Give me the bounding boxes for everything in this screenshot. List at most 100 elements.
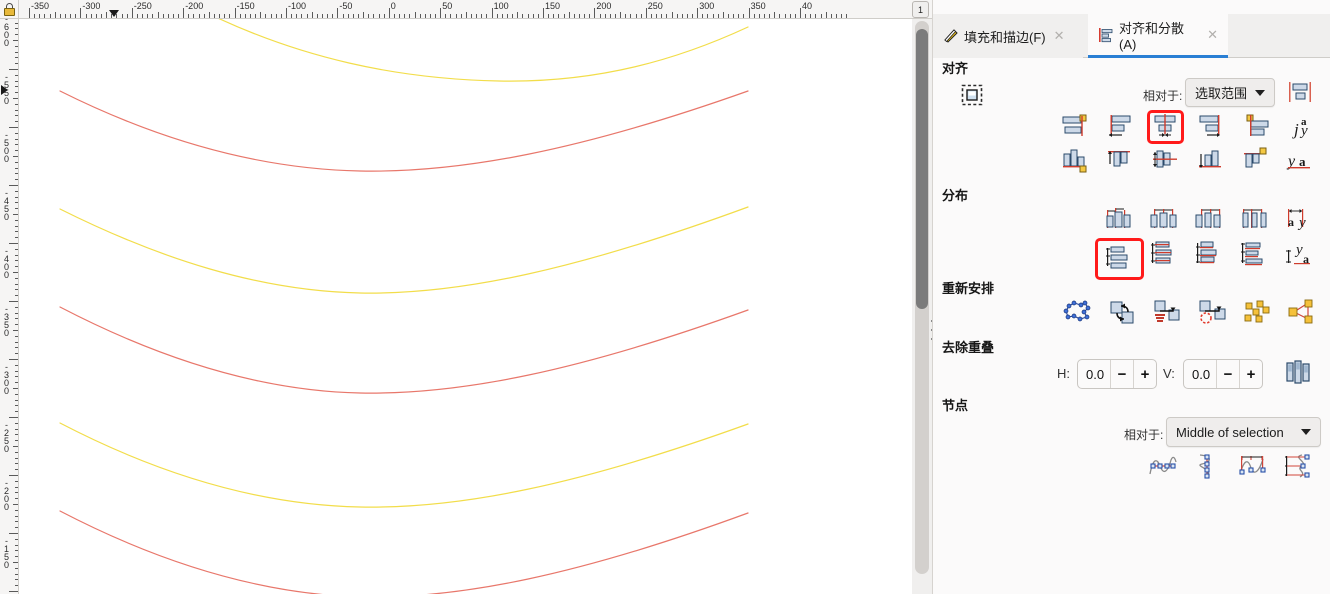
exchange-positions-clockwise-button[interactable]: [1196, 298, 1229, 328]
distribute-left-edges-button[interactable]: [1103, 206, 1136, 236]
ruler-tick: [270, 14, 272, 18]
ruler-lock-toggle[interactable]: [0, 0, 19, 19]
nodes-relative-to-select[interactable]: Middle of selection: [1166, 417, 1321, 447]
align-relative-to-select[interactable]: 选取范围: [1185, 78, 1275, 107]
ruler-tick: [537, 14, 539, 18]
treat-selection-as-group-button[interactable]: [955, 80, 988, 110]
overlap-h-decrement[interactable]: −: [1111, 366, 1133, 383]
section-title-rearrange: 重新安排: [942, 281, 995, 296]
distribute-bottom-edges-button[interactable]: [1193, 240, 1226, 270]
overlap-v-decrement[interactable]: −: [1217, 366, 1239, 383]
align-left-edges-button[interactable]: [1104, 112, 1137, 142]
ruler-tick: [229, 14, 231, 18]
fill-stroke-icon: [943, 28, 959, 44]
section-title-align: 对齐: [942, 61, 969, 76]
overlap-h-value[interactable]: 0.0: [1078, 367, 1110, 382]
align-left-edges-to-right-anchor-button[interactable]: [1240, 112, 1273, 142]
ruler-tick: [388, 8, 390, 18]
distribute-centers-horizontally-button[interactable]: [1148, 206, 1181, 236]
exchange-positions-clockwise-icon: [1198, 299, 1228, 327]
overlap-v-spinbox[interactable]: 0.0 − +: [1183, 359, 1263, 389]
distribute-nodes-vertically-button[interactable]: [1281, 451, 1314, 481]
ruler-tick: [373, 14, 375, 18]
tab-align-and-distribute[interactable]: 对齐和分散(A) ✕: [1088, 14, 1228, 58]
horizontal-ruler[interactable]: -350 -300 -250 -200 -150 -100 -50 0 50 100 150 200 2…: [19, 0, 932, 19]
remove-overlaps-button[interactable]: [1281, 358, 1314, 388]
overlap-v-increment[interactable]: +: [1240, 366, 1262, 383]
text-align-baseline-vertical-button[interactable]: a j y: [1284, 112, 1317, 142]
distribute-top-edges-button[interactable]: [1095, 238, 1144, 280]
overlap-h-spinbox[interactable]: 0.0 − +: [1077, 359, 1157, 389]
ruler-label: -300: [3, 362, 9, 396]
distribute-centers-vertically-button[interactable]: [1148, 240, 1181, 270]
distribute-text-baselines-vertical-button[interactable]: y a: [1283, 240, 1316, 270]
ruler-tick: [543, 8, 544, 18]
svg-text:a: a: [1288, 215, 1294, 229]
ruler-tick: [681, 14, 683, 18]
ruler-tick: [337, 8, 339, 18]
align-right-edges-button[interactable]: [1195, 112, 1228, 142]
move-as-group-button[interactable]: [1283, 77, 1316, 107]
move-as-group-icon: [1287, 79, 1313, 105]
canvas-vertical-scrollbar[interactable]: [912, 19, 932, 594]
ruler-tick: [224, 14, 226, 18]
align-bottom-edges-to-top-anchor-button[interactable]: [1059, 146, 1092, 176]
ruler-tick: [152, 14, 154, 18]
ruler-tick: [661, 14, 663, 18]
unclump-objects-button[interactable]: [1285, 298, 1318, 328]
ruler-label: -250: [3, 420, 9, 454]
exchange-positions-stacking-order-button[interactable]: [1151, 298, 1184, 328]
drawing-canvas[interactable]: [19, 19, 912, 594]
ruler-label: -600: [3, 19, 9, 48]
ruler-tick: [584, 14, 586, 18]
ruler-tick: [707, 14, 709, 18]
tab-close-icon[interactable]: ✕: [1054, 28, 1065, 44]
section-title-remove-overlap: 去除重叠: [942, 340, 995, 355]
distribute-text-baselines-horizontal-button[interactable]: a y: [1283, 206, 1316, 236]
align-top-edges-to-bottom-anchor-button[interactable]: [1240, 146, 1273, 176]
canvas-area: -350 -300 -250 -200 -150 -100 -50 0 50 100 150 200 2…: [0, 0, 933, 594]
distribute-horizontal-gaps-button[interactable]: [1238, 206, 1271, 236]
ruler-tick: [378, 14, 380, 18]
graph-layout-button[interactable]: [1061, 298, 1094, 328]
scrollbar-thumb[interactable]: [916, 29, 928, 309]
exchange-positions-selection-order-button[interactable]: [1106, 298, 1139, 328]
vertical-ruler[interactable]: -600-550-500-450-400-350-300-250-200-150…: [0, 19, 19, 594]
overlap-v-value[interactable]: 0.0: [1184, 367, 1216, 382]
align-right-edges-to-left-anchor-button[interactable]: [1059, 112, 1092, 142]
ruler-tick: [481, 14, 483, 18]
ruler-tick: [825, 12, 827, 18]
align-nodes-vertically-button[interactable]: [1191, 451, 1224, 481]
ruler-tick: [733, 14, 735, 18]
tab-fill-and-stroke[interactable]: 填充和描边(F) ✕: [933, 14, 1083, 58]
align-top-edges-button[interactable]: [1104, 146, 1137, 176]
ruler-label: 50: [442, 1, 453, 11]
randomize-positions-button[interactable]: [1241, 298, 1274, 328]
overlap-h-increment[interactable]: +: [1134, 366, 1156, 383]
ruler-label: 350: [750, 1, 766, 11]
distribute-nodes-horizontally-button[interactable]: [1236, 451, 1269, 481]
center-on-vertical-axis-button[interactable]: [1147, 110, 1184, 144]
ruler-tick: [306, 14, 308, 18]
align-relative-to-label: 相对于:: [1143, 89, 1183, 103]
zoom-level-badge[interactable]: 1: [912, 1, 929, 18]
ruler-tick: [491, 8, 493, 18]
ruler-tick: [203, 14, 205, 18]
align-bottom-edges-button[interactable]: [1195, 146, 1228, 176]
ruler-label: 100: [493, 1, 509, 11]
ruler-tick: [779, 14, 781, 18]
distribute-vertical-gaps-button[interactable]: [1238, 240, 1271, 270]
align-left-to-right-anchor-icon: [1242, 113, 1272, 141]
ruler-tick: [743, 14, 745, 18]
ruler-tick: [54, 12, 56, 18]
ruler-tick: [9, 475, 18, 476]
lock-icon: [3, 2, 16, 16]
text-align-baseline-horizontal-button[interactable]: y a: [1284, 146, 1317, 176]
align-nodes-horizontally-button[interactable]: [1146, 451, 1179, 481]
panel-tabstrip: 填充和描边(F) ✕ 对齐和分散(A) ✕: [933, 14, 1330, 58]
ruler-tick: [630, 14, 632, 18]
distribute-right-edges-button[interactable]: [1193, 206, 1226, 236]
center-on-horizontal-axis-button[interactable]: [1149, 146, 1182, 176]
tab-close-icon[interactable]: ✕: [1207, 27, 1218, 43]
ruler-tick: [9, 417, 18, 418]
